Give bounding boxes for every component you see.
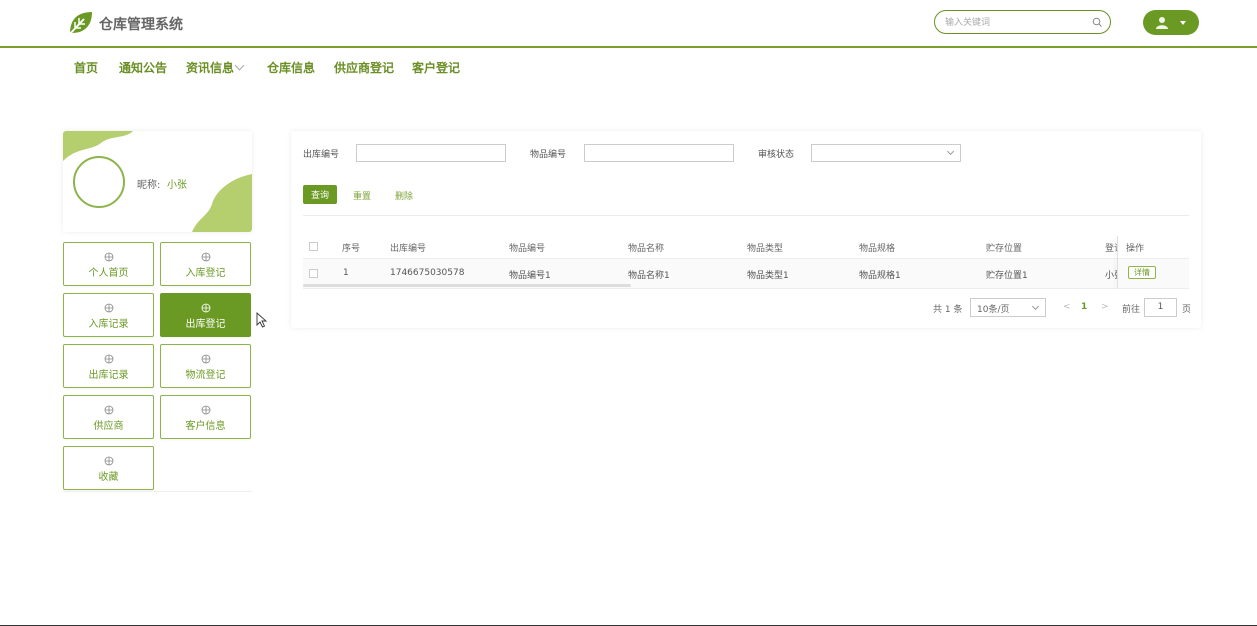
menu-inbound-records[interactable]: 入库记录 [63,293,154,337]
pagination-total: 共 1 条 [933,305,963,315]
nickname-value: 小张 [167,180,187,191]
query-button[interactable]: 查询 [303,185,337,204]
chevron-down-icon [1031,302,1040,311]
avatar[interactable] [73,156,125,208]
app-title: 仓库管理系统 [99,17,183,33]
menu-inbound-register[interactable]: 入库登记 [160,242,251,286]
nav-notices[interactable]: 通知公告 [119,59,167,76]
col-item-spec: 物品规格 [859,244,896,254]
col-item-no: 物品编号 [509,244,546,254]
nav-home[interactable]: 首页 [74,59,98,76]
prev-page-button[interactable]: < [1063,302,1071,312]
grid-icon [201,303,210,313]
delete-button[interactable]: 删除 [395,189,413,202]
col-storage: 贮存位置 [986,244,1023,254]
grid-icon [201,252,210,262]
menu-customer-info[interactable]: 客户信息 [160,395,251,439]
menu-label: 客户信息 [185,421,226,432]
user-avatar-icon [1156,17,1168,29]
col-item-name: 物品名称 [628,244,665,254]
col-outbound-no: 出库编号 [390,244,427,254]
grid-icon [104,456,113,466]
mouse-cursor-icon [256,312,268,328]
nav-supplier-register[interactable]: 供应商登记 [334,59,394,76]
divider [303,215,1189,216]
nav-customer-register[interactable]: 客户登记 [412,59,460,76]
menu-personal-home[interactable]: 个人首页 [63,242,154,286]
goto-label: 前往 [1122,305,1141,315]
chevron-down-icon[interactable] [234,60,245,71]
menu-logistics-register[interactable]: 物流登记 [160,344,251,388]
user-menu-button[interactable] [1143,10,1199,35]
cell-item-spec: 物品规格1 [859,271,901,281]
menu-outbound-register[interactable]: 出库登记 [160,293,251,337]
menu-label: 入库记录 [88,319,129,330]
audit-status-select[interactable] [811,144,961,162]
page-suffix-label: 页 [1182,305,1192,315]
cell-storage: 贮存位置1 [986,271,1028,281]
grid-icon [104,354,113,364]
col-registrar: 登记 [1105,244,1117,254]
grid-icon [104,405,113,415]
menu-suppliers[interactable]: 供应商 [63,395,154,439]
top-header: 仓库管理系统 [0,0,1257,48]
grid-icon [201,354,210,364]
outbound-no-label: 出库编号 [303,150,340,160]
profile-card: 昵称: 小张 [63,131,252,232]
cell-index: 1 [343,268,349,278]
chevron-down-icon [946,147,955,156]
page-size-value: 10条/页 [977,305,1010,315]
cell-item-type: 物品类型1 [747,271,789,281]
cell-item-name: 物品名称1 [628,271,670,281]
nav-news[interactable]: 资讯信息 [186,59,234,76]
nav-warehouse[interactable]: 仓库信息 [267,59,315,76]
item-no-label: 物品编号 [530,150,567,160]
menu-label: 入库登记 [185,268,226,279]
cell-item-no: 物品编号1 [509,271,551,281]
horizontal-scrollbar[interactable] [303,284,631,287]
leaf-logo-icon [67,12,92,37]
search-input[interactable] [943,14,1092,32]
search-icon[interactable] [1092,17,1102,27]
menu-label: 供应商 [93,421,124,432]
menu-divider [63,491,252,492]
col-actions: 操作 [1126,244,1145,254]
menu-label: 物流登记 [185,370,226,381]
detail-button[interactable]: 详情 [1128,266,1156,279]
grid-icon [201,405,210,415]
goto-page-input[interactable]: 1 [1144,298,1177,317]
audit-status-label: 审核状态 [758,150,795,160]
decorative-blob [192,174,252,232]
page-size-select[interactable]: 10条/页 [970,298,1046,317]
item-no-input[interactable] [584,144,734,162]
outbound-no-input[interactable] [356,144,506,162]
cell-registrar: 小张 [1105,271,1117,281]
col-item-type: 物品类型 [747,244,784,254]
menu-label: 出库记录 [88,370,129,381]
grid-icon [104,303,113,313]
col-index: 序号 [342,244,361,254]
nickname-label: 昵称: [137,180,161,191]
menu-label: 收藏 [98,472,119,483]
cell-outbound-no: 1746675030578 [390,268,465,278]
table-row-line [303,288,1189,289]
row-checkbox[interactable] [309,269,318,278]
menu-label: 个人首页 [88,268,129,279]
search-box[interactable] [934,10,1111,34]
next-page-button[interactable]: > [1101,302,1109,312]
current-page[interactable]: 1 [1081,302,1087,312]
menu-favorites[interactable]: 收藏 [63,446,154,490]
chevron-down-icon [1180,21,1186,25]
menu-label: 出库登记 [185,319,226,330]
select-all-checkbox[interactable] [309,242,318,251]
reset-button[interactable]: 重置 [353,189,371,202]
menu-outbound-records[interactable]: 出库记录 [63,344,154,388]
fixed-column-edge [1117,236,1118,288]
grid-icon [104,252,113,262]
